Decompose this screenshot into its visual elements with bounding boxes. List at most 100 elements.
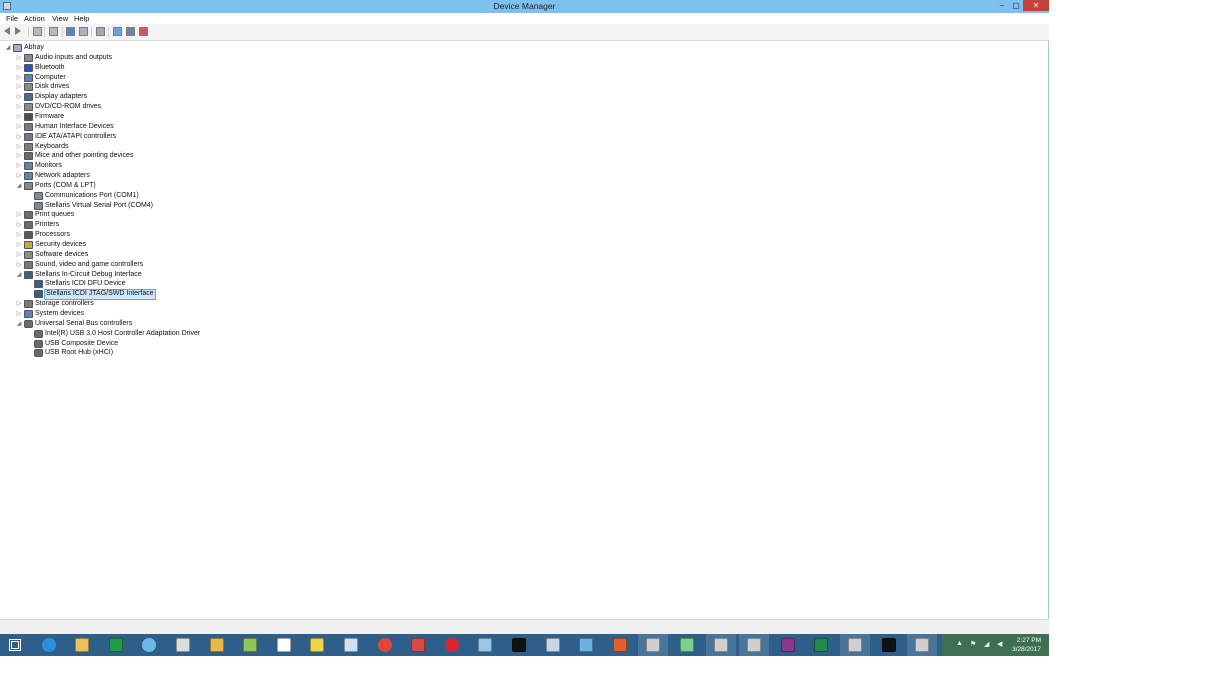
disk-icon <box>24 83 33 92</box>
tree-node-label: Storage controllers <box>35 300 94 308</box>
expand-arrow-icon[interactable]: ▷ <box>16 102 22 112</box>
collapse-arrow-icon[interactable]: ◢ <box>16 270 22 280</box>
tree-node-label: Bluetooth <box>35 63 65 71</box>
taskbar-button[interactable] <box>67 634 97 656</box>
properties-icon[interactable] <box>49 27 58 36</box>
taskbar-button[interactable] <box>168 634 198 656</box>
collapse-arrow-icon[interactable]: ◢ <box>16 181 22 191</box>
expand-arrow-icon[interactable]: ▷ <box>16 171 22 181</box>
device-manager-icon <box>915 638 930 652</box>
expand-arrow-icon[interactable]: ▷ <box>16 230 22 240</box>
expand-arrow-icon[interactable]: ▷ <box>16 112 22 122</box>
taskbar-button[interactable] <box>202 634 232 656</box>
taskbar-button[interactable] <box>34 634 64 656</box>
collapse-arrow-icon[interactable]: ◢ <box>5 43 11 53</box>
menu-file[interactable]: File <box>6 14 18 23</box>
menu-help[interactable]: Help <box>74 14 89 23</box>
expand-arrow-icon[interactable]: ▷ <box>16 210 22 220</box>
notepad-icon <box>276 638 291 652</box>
taskbar-button[interactable] <box>470 634 500 656</box>
uninstall-icon[interactable] <box>139 27 148 36</box>
expand-arrow-icon[interactable]: ▷ <box>16 53 22 63</box>
clock[interactable]: 2:27 PM 3/28/2017 <box>1012 636 1041 654</box>
display-adapter-icon <box>24 93 33 102</box>
taskbar-button[interactable] <box>302 634 332 656</box>
wifi-icon[interactable]: ◢ <box>984 640 989 648</box>
taskbar-button[interactable] <box>101 634 131 656</box>
taskbar-button[interactable] <box>806 634 836 656</box>
usb-icon <box>34 349 43 358</box>
expand-arrow-icon[interactable]: ▷ <box>16 132 22 142</box>
expand-arrow-icon[interactable]: ▷ <box>16 250 22 260</box>
disable-icon[interactable] <box>126 27 135 36</box>
tree-node-label: Printers <box>35 221 60 229</box>
expand-arrow-icon[interactable]: ▷ <box>16 240 22 250</box>
toolbar-separator <box>108 27 109 37</box>
device-manager-window: Device Manager – ▢ ✕ File Action View He… <box>0 0 1049 634</box>
title-bar[interactable]: Device Manager – ▢ ✕ <box>0 0 1049 13</box>
scan-icon[interactable] <box>96 27 105 36</box>
taskbar-button[interactable] <box>638 634 669 656</box>
show-hide-icon[interactable] <box>79 27 88 36</box>
collapse-arrow-icon[interactable]: ◢ <box>16 319 22 329</box>
expand-arrow-icon[interactable]: ▷ <box>16 92 22 102</box>
taskbar-button[interactable] <box>605 634 635 656</box>
taskbar-button[interactable] <box>840 634 870 656</box>
update-driver-icon[interactable] <box>113 27 122 36</box>
office-icon <box>612 638 627 652</box>
expand-arrow-icon[interactable]: ▷ <box>16 122 22 132</box>
back-icon[interactable] <box>4 27 10 35</box>
taskbar-button[interactable] <box>336 634 366 656</box>
expand-arrow-icon[interactable]: ▷ <box>16 73 22 83</box>
tree-node-label: Communications Port (COM1) <box>45 191 139 199</box>
taskbar-button[interactable] <box>538 634 568 656</box>
monitor-icon <box>24 162 33 171</box>
android-studio-icon <box>243 638 258 652</box>
taskbar-button[interactable] <box>705 634 736 656</box>
minimize-button[interactable]: – <box>995 0 1009 11</box>
taskbar-button[interactable] <box>672 634 702 656</box>
action-center-flag-icon[interactable]: ⚑ <box>970 640 976 648</box>
up-icon[interactable] <box>33 27 42 36</box>
forward-icon[interactable] <box>15 27 21 35</box>
taskbar-button[interactable] <box>0 634 30 656</box>
taskbar-button[interactable] <box>437 634 467 656</box>
tree-node-label: Stellaris ICDI DFU Device <box>45 280 126 288</box>
help-icon[interactable] <box>66 27 75 36</box>
show-hidden-icons-icon[interactable]: ▲ <box>956 640 963 647</box>
expand-arrow-icon[interactable]: ▷ <box>16 82 22 92</box>
expand-arrow-icon[interactable]: ▷ <box>16 309 22 319</box>
expand-arrow-icon[interactable]: ▷ <box>16 161 22 171</box>
expand-arrow-icon[interactable]: ▷ <box>16 151 22 161</box>
taskbar-button[interactable] <box>235 634 265 656</box>
taskbar-button[interactable] <box>403 634 433 656</box>
python-icon <box>310 638 325 652</box>
expand-arrow-icon[interactable]: ▷ <box>16 220 22 230</box>
taskbar: ▲ ⚑ ◢ ◀ 2:27 PM 3/28/2017 <box>0 634 1049 656</box>
window-title: Device Manager <box>493 1 556 11</box>
menu-view[interactable]: View <box>52 14 68 23</box>
taskbar-button[interactable] <box>134 634 164 656</box>
taskbar-button[interactable] <box>504 634 534 656</box>
close-button[interactable]: ✕ <box>1023 0 1049 11</box>
taskbar-button[interactable] <box>571 634 601 656</box>
menu-action[interactable]: Action <box>24 14 45 23</box>
expand-arrow-icon[interactable]: ▷ <box>16 63 22 73</box>
menu-bar: File Action View Help <box>0 13 1049 24</box>
expand-arrow-icon[interactable]: ▷ <box>16 260 22 270</box>
taskbar-button[interactable] <box>269 634 299 656</box>
expand-arrow-icon[interactable]: ▷ <box>16 299 22 309</box>
tree-node-label: Print queues <box>35 211 75 219</box>
taskbar-button[interactable] <box>370 634 400 656</box>
tree-node-label: Human Interface Devices <box>35 122 114 130</box>
restore-button[interactable]: ▢ <box>1009 0 1023 11</box>
taskbar-button[interactable] <box>907 634 938 656</box>
taskbar-button[interactable] <box>739 634 770 656</box>
settings-icon <box>142 638 157 652</box>
network-icon <box>24 172 33 181</box>
volume-icon[interactable]: ◀ <box>997 640 1002 648</box>
taskbar-button[interactable] <box>874 634 904 656</box>
expand-arrow-icon[interactable]: ▷ <box>16 142 22 152</box>
taskbar-button[interactable] <box>773 634 803 656</box>
toolbar <box>0 24 1049 41</box>
